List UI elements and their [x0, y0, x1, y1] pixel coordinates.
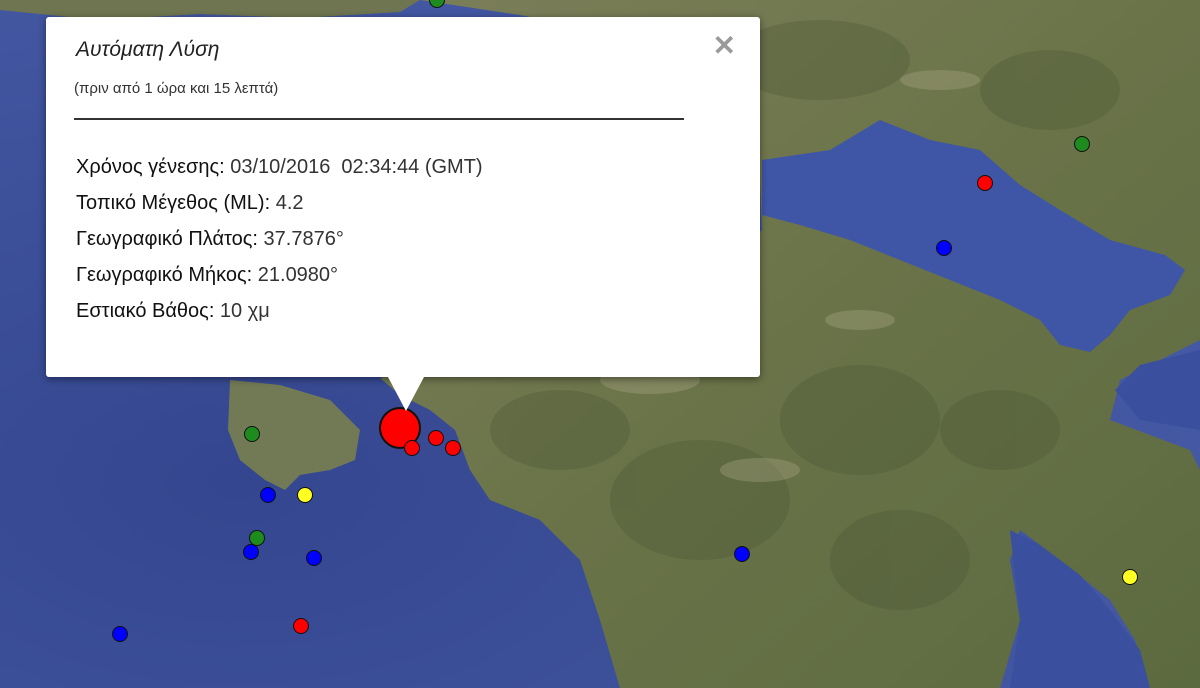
row-value: 37.7876°: [257, 228, 344, 250]
info-rows: Χρόνος γένεσης: 03/10/2016 02:34:44 (GMT…: [76, 153, 483, 333]
earthquake-marker[interactable]: [977, 175, 993, 191]
row-value: 21.0980°: [252, 264, 339, 286]
earthquake-marker[interactable]: [1074, 136, 1090, 152]
earthquake-marker[interactable]: [244, 426, 260, 442]
row-label: Χρόνος γένεσης:: [76, 156, 225, 178]
earthquake-marker[interactable]: [445, 440, 461, 456]
row-label: Γεωγραφικό Πλάτος:: [76, 228, 258, 250]
earthquake-marker[interactable]: [260, 487, 276, 503]
earthquake-marker[interactable]: [428, 430, 444, 446]
origin-time-row: Χρόνος γένεσης: 03/10/2016 02:34:44 (GMT…: [76, 153, 483, 189]
earthquake-marker[interactable]: [936, 240, 952, 256]
info-window-pointer: [388, 377, 424, 411]
row-value: 03/10/2016 02:34:44 (GMT): [224, 156, 483, 178]
depth-row: Εστιακό Βάθος: 10 χμ: [76, 297, 483, 333]
row-value: 4.2: [270, 192, 304, 214]
longitude-row: Γεωγραφικό Μήκος: 21.0980°: [76, 261, 483, 297]
earthquake-marker[interactable]: [306, 550, 322, 566]
info-window-title: Αυτόματη Λύση: [76, 38, 220, 61]
row-label: Γεωγραφικό Μήκος:: [76, 264, 253, 286]
row-value: 10 χμ: [214, 300, 270, 322]
magnitude-row: Τοπικό Μέγεθος (ML): 4.2: [76, 189, 483, 225]
divider: [74, 118, 684, 120]
earthquake-marker[interactable]: [293, 618, 309, 634]
earthquake-marker[interactable]: [734, 546, 750, 562]
earthquake-info-window: Αυτόματη Λύση (πριν από 1 ώρα και 15 λεπ…: [46, 17, 760, 411]
earthquake-marker[interactable]: [243, 544, 259, 560]
earthquake-marker[interactable]: [1122, 569, 1138, 585]
latitude-row: Γεωγραφικό Πλάτος: 37.7876°: [76, 225, 483, 261]
info-window-subtitle: (πριν από 1 ώρα και 15 λεπτά): [74, 80, 279, 97]
earthquake-marker[interactable]: [249, 530, 265, 546]
close-icon[interactable]: ✕: [713, 32, 736, 60]
earthquake-marker[interactable]: [404, 440, 420, 456]
earthquake-marker[interactable]: [112, 626, 128, 642]
row-label: Εστιακό Βάθος:: [76, 300, 215, 322]
earthquake-marker[interactable]: [297, 487, 313, 503]
row-label: Τοπικό Μέγεθος (ML):: [76, 192, 271, 214]
